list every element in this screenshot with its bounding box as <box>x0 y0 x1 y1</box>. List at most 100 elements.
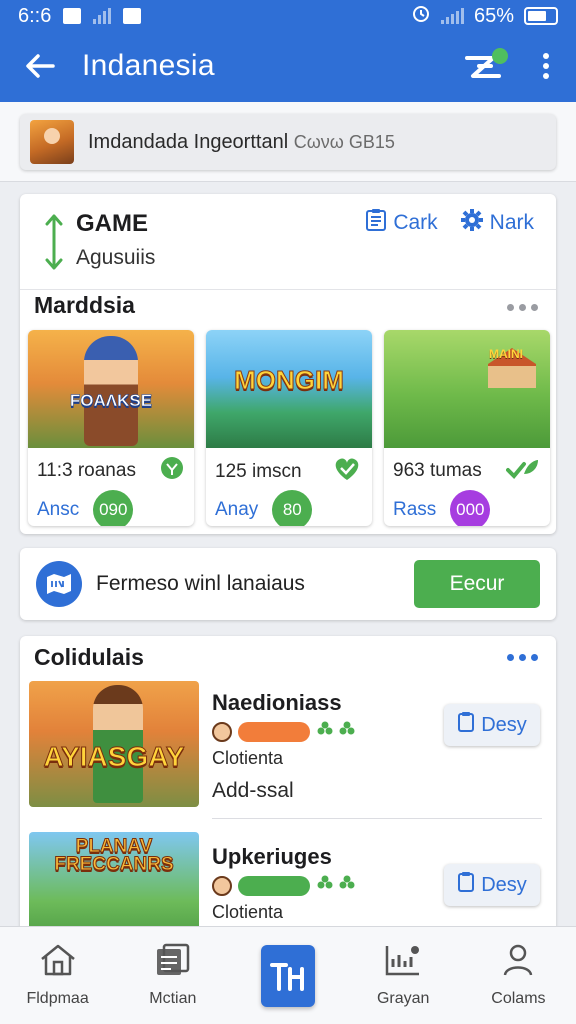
promo-text: Fermeso winl lanaiaus <box>96 572 305 595</box>
tile-stat: 125 imscn <box>215 461 302 482</box>
bottom-nav: Fldpmaa Mctian Grayan Colams <box>0 926 576 1024</box>
check-badge-icon <box>160 456 184 486</box>
back-arrow-icon[interactable] <box>20 46 60 86</box>
more-horizontal-icon[interactable] <box>507 304 538 311</box>
desy-label: Desy <box>481 873 527 896</box>
user-avatar[interactable] <box>30 120 74 164</box>
list-card: Colidulais AYIASGAY Naedioniass Clotient… <box>20 636 556 936</box>
promo-card: Fermeso winl lanaiaus Eecur <box>20 548 556 620</box>
battery-icon <box>524 7 558 25</box>
app-bar: 6::6 65% Indanesia <box>0 0 576 102</box>
alarm-icon <box>411 3 431 29</box>
game-thumbnail: MAINI <box>384 330 550 448</box>
thumbnail-label: MONGIM <box>234 365 345 396</box>
search-query: Imdandada Ingeorttanl <box>88 130 289 153</box>
list-item-subtitle: Clotienta <box>212 902 284 922</box>
progress-bar <box>238 875 310 896</box>
nav-label: Colams <box>491 990 546 1007</box>
section-title-colidulais: Colidulais <box>34 644 144 670</box>
progress-bar <box>238 721 310 742</box>
game-card: GAME Agusuiis Cark Nark Marddsia FOAΛKSE <box>20 194 556 534</box>
tile-label: Rass <box>393 499 437 520</box>
clipboard-icon <box>457 871 475 899</box>
tile-stat: 11:3 roanas <box>37 460 136 481</box>
home-icon <box>39 943 77 982</box>
desy-label: Desy <box>481 713 527 736</box>
game-thumbnail: MONGIM <box>206 330 372 448</box>
nav-label: Grayan <box>376 990 430 1007</box>
clover-icon <box>316 720 356 743</box>
cell-signal-icon <box>440 8 464 24</box>
notification-icon <box>63 8 82 24</box>
tile-score-badge: 000 <box>450 490 491 526</box>
game-tile[interactable]: MAINI 963 tumas Rass 000 <box>384 330 550 526</box>
list-item-meta <box>212 720 356 743</box>
thumbnail-label: AYIASGAY <box>43 741 185 773</box>
tile-label: Ansc <box>37 499 80 520</box>
nav-item-colams[interactable]: Colams <box>461 927 576 1024</box>
more-vertical-icon[interactable] <box>536 46 556 86</box>
status-bar: 6::6 65% <box>0 0 576 32</box>
nav-label: Fldpmaa <box>26 990 89 1007</box>
nav-label: Mctian <box>149 990 197 1007</box>
mini-avatar <box>212 721 232 742</box>
promo-button[interactable]: Eecur <box>414 560 540 608</box>
list-item-title[interactable]: Naedioniass <box>212 690 342 716</box>
app-logo-icon[interactable] <box>460 46 508 86</box>
game-links: Cark Nark <box>365 208 534 238</box>
page-title: Indanesia <box>82 49 215 82</box>
toolbar: Indanesia <box>0 36 576 96</box>
list-item-thumbnail[interactable]: PLANAV FRECCANRS <box>29 832 199 936</box>
heart-icon <box>332 456 362 488</box>
app-notification-icon <box>123 8 142 24</box>
more-horizontal-icon[interactable] <box>507 654 538 661</box>
nark-link[interactable]: Nark <box>460 208 534 238</box>
chart-icon <box>384 943 422 982</box>
map-badge-icon <box>36 561 82 607</box>
tile-score-badge: 090 <box>93 490 134 526</box>
nav-item-grayan[interactable]: Grayan <box>346 927 461 1024</box>
search-area: Imdandada Ingeorttanl Cωνω GB15 <box>0 102 576 182</box>
tile-label: Anay <box>215 499 259 520</box>
sort-arrows-icon[interactable] <box>44 212 64 277</box>
signal-icon <box>93 8 112 24</box>
leaf-check-icon <box>506 456 540 486</box>
list-item-title[interactable]: Upkeriuges <box>212 844 332 870</box>
desy-button[interactable]: Desy <box>444 704 540 746</box>
nark-label: Nark <box>489 211 534 234</box>
cark-label: Cark <box>393 211 438 234</box>
list-item-extra: Add-ssal <box>212 779 294 802</box>
gallery-icon <box>155 943 191 982</box>
search-text[interactable]: Imdandada Ingeorttanl Cωνω GB15 <box>88 131 395 154</box>
thumbnail-label: MAINI <box>489 346 523 361</box>
notification-dot <box>492 48 508 64</box>
nav-item-center[interactable] <box>230 927 345 1024</box>
search-suffix: Cωνω GB15 <box>293 131 395 152</box>
clover-icon <box>316 874 356 897</box>
game-tile[interactable]: FOAΛKSE 11:3 roanas Ansc 090 <box>28 330 194 526</box>
nav-item-fldpmaa[interactable]: Fldpmaa <box>0 927 115 1024</box>
person-icon <box>501 943 535 982</box>
tile-stat: 963 tumas <box>393 460 482 481</box>
list-item-thumbnail[interactable]: AYIASGAY <box>29 681 199 807</box>
status-time: 6::6 <box>18 4 52 27</box>
mini-avatar <box>212 875 232 896</box>
battery-percent: 65% <box>473 4 514 27</box>
tile-score-badge: 80 <box>272 490 313 526</box>
game-tile[interactable]: MONGIM 125 imscn Anay 80 <box>206 330 372 526</box>
thumbnail-label: PLANAV FRECCANRS <box>54 836 174 875</box>
game-title: GAME <box>76 210 148 237</box>
thumbnail-label: FOAΛKSE <box>69 391 153 411</box>
desy-button[interactable]: Desy <box>444 864 540 906</box>
game-subtitle: Agusuiis <box>76 246 156 269</box>
divider <box>212 818 542 819</box>
app-center-icon[interactable] <box>261 944 315 1007</box>
game-thumbnail: FOAΛKSE <box>28 330 194 448</box>
cark-link[interactable]: Cark <box>365 208 438 238</box>
search-bar[interactable]: Imdandada Ingeorttanl Cωνω GB15 <box>20 114 556 170</box>
section-title-marddsia: Marddsia <box>34 292 135 318</box>
gear-icon <box>460 208 484 238</box>
nav-item-mctian[interactable]: Mctian <box>115 927 230 1024</box>
list-item-subtitle: Clotienta <box>212 748 284 768</box>
game-card-header: GAME Agusuiis Cark Nark <box>20 194 556 290</box>
